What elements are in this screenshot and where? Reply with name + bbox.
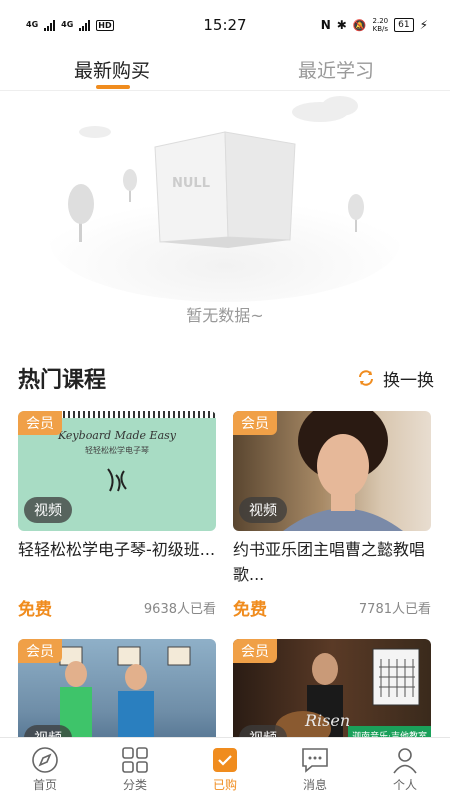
cloud-icon [79,96,358,138]
signal-icon [44,19,56,31]
tab-indicator [96,85,130,89]
grid-icon [122,746,148,773]
nav-home[interactable]: 首页 [0,738,90,800]
signal-icon-2 [79,19,91,31]
hd-icon: HD [96,19,114,31]
nav-purchased[interactable]: 已购 [180,738,270,800]
battery-icon: 61 [394,18,414,32]
course-thumbnail: 会员 视频 [233,411,431,531]
piano-keys [38,411,216,418]
refresh-button[interactable]: 换一换 [357,366,434,391]
mute-icon: 🔕 [352,18,367,32]
nav-profile[interactable]: 个人 [360,738,450,800]
charging-icon: ⚡ [419,18,428,32]
nav-messages[interactable]: 消息 [270,738,360,800]
speed-value: 2.20 [372,17,389,25]
nav-home-label: 首页 [32,777,57,792]
purchased-icon [213,747,237,772]
network-type-2: 4G [61,20,74,29]
status-bar: 4G 4G HD 15:27 N ✱ 🔕 2.20 KB/s 61 ⚡ [0,0,450,50]
course-views: 9638人已看 [143,602,216,617]
tab-bar: 最新购买 最近学习 [0,50,450,91]
network-speed: 2.20 KB/s [373,17,389,33]
vip-badge: 会员 [233,411,277,435]
compass-icon [32,746,58,773]
book-label: NULL [172,176,210,191]
course-title: 轻轻松松学电子琴-初级班... [18,540,216,559]
course-thumbnail: Keyboard Made Easy 轻轻松松学电子琴 会员 视频 [18,411,216,531]
message-icon [302,747,328,773]
course-price: 免费 [18,600,52,620]
vip-badge: 会员 [18,639,62,663]
cover-subtitle: 轻轻松松学电子琴 [85,446,149,455]
status-left: 4G 4G HD [26,19,114,31]
empty-message: 暂无数据~ [186,306,264,325]
tab-recent-study[interactable]: 最近学习 [298,56,374,83]
empty-illustration: NULL [50,96,400,302]
course-meta: 免费 9638人已看 [18,595,216,620]
course-card[interactable]: Keyboard Made Easy 轻轻松松学电子琴 会员 视频 轻轻松松学电… [18,411,216,620]
nav-purchased-label: 已购 [212,777,237,792]
logo-icon [107,468,127,492]
course-views: 7781人已看 [358,602,431,617]
course-card[interactable]: 会员 视频 约书亚乐团主唱曹之懿教唱歌... 免费 7781人已看 [233,411,431,620]
nav-category[interactable]: 分类 [90,738,180,800]
network-type: 4G [26,20,39,29]
course-title: 约书亚乐团主唱曹之懿教唱歌... [233,540,426,584]
video-badge: 视频 [239,497,287,523]
battery-level: 61 [398,20,410,30]
bluetooth-icon: ✱ [336,18,347,32]
empty-state: NULL 暂无数据~ [0,92,450,332]
status-right: N ✱ 🔕 2.20 KB/s 61 ⚡ [321,17,428,33]
nav-messages-label: 消息 [302,777,327,792]
nav-category-label: 分类 [122,777,147,792]
course-price: 免费 [233,600,267,620]
nfc-icon: N [320,18,331,32]
refresh-label: 换一换 [383,370,434,391]
bottom-nav: 首页 分类 已购 消息 个人 [0,737,450,800]
vip-badge: 会员 [233,639,277,663]
course-meta: 免费 7781人已看 [233,595,431,620]
hot-courses-header: 热门课程 换一换 [18,360,434,396]
nav-profile-label: 个人 [392,777,417,792]
person-icon [393,747,417,773]
refresh-icon [359,370,373,386]
section-title: 热门课程 [18,368,107,393]
video-badge: 视频 [24,497,72,523]
speed-unit: KB/s [372,25,389,33]
tab-latest-purchase[interactable]: 最新购买 [74,56,150,83]
cover-word: Risen [305,711,351,730]
vip-badge: 会员 [18,411,62,435]
